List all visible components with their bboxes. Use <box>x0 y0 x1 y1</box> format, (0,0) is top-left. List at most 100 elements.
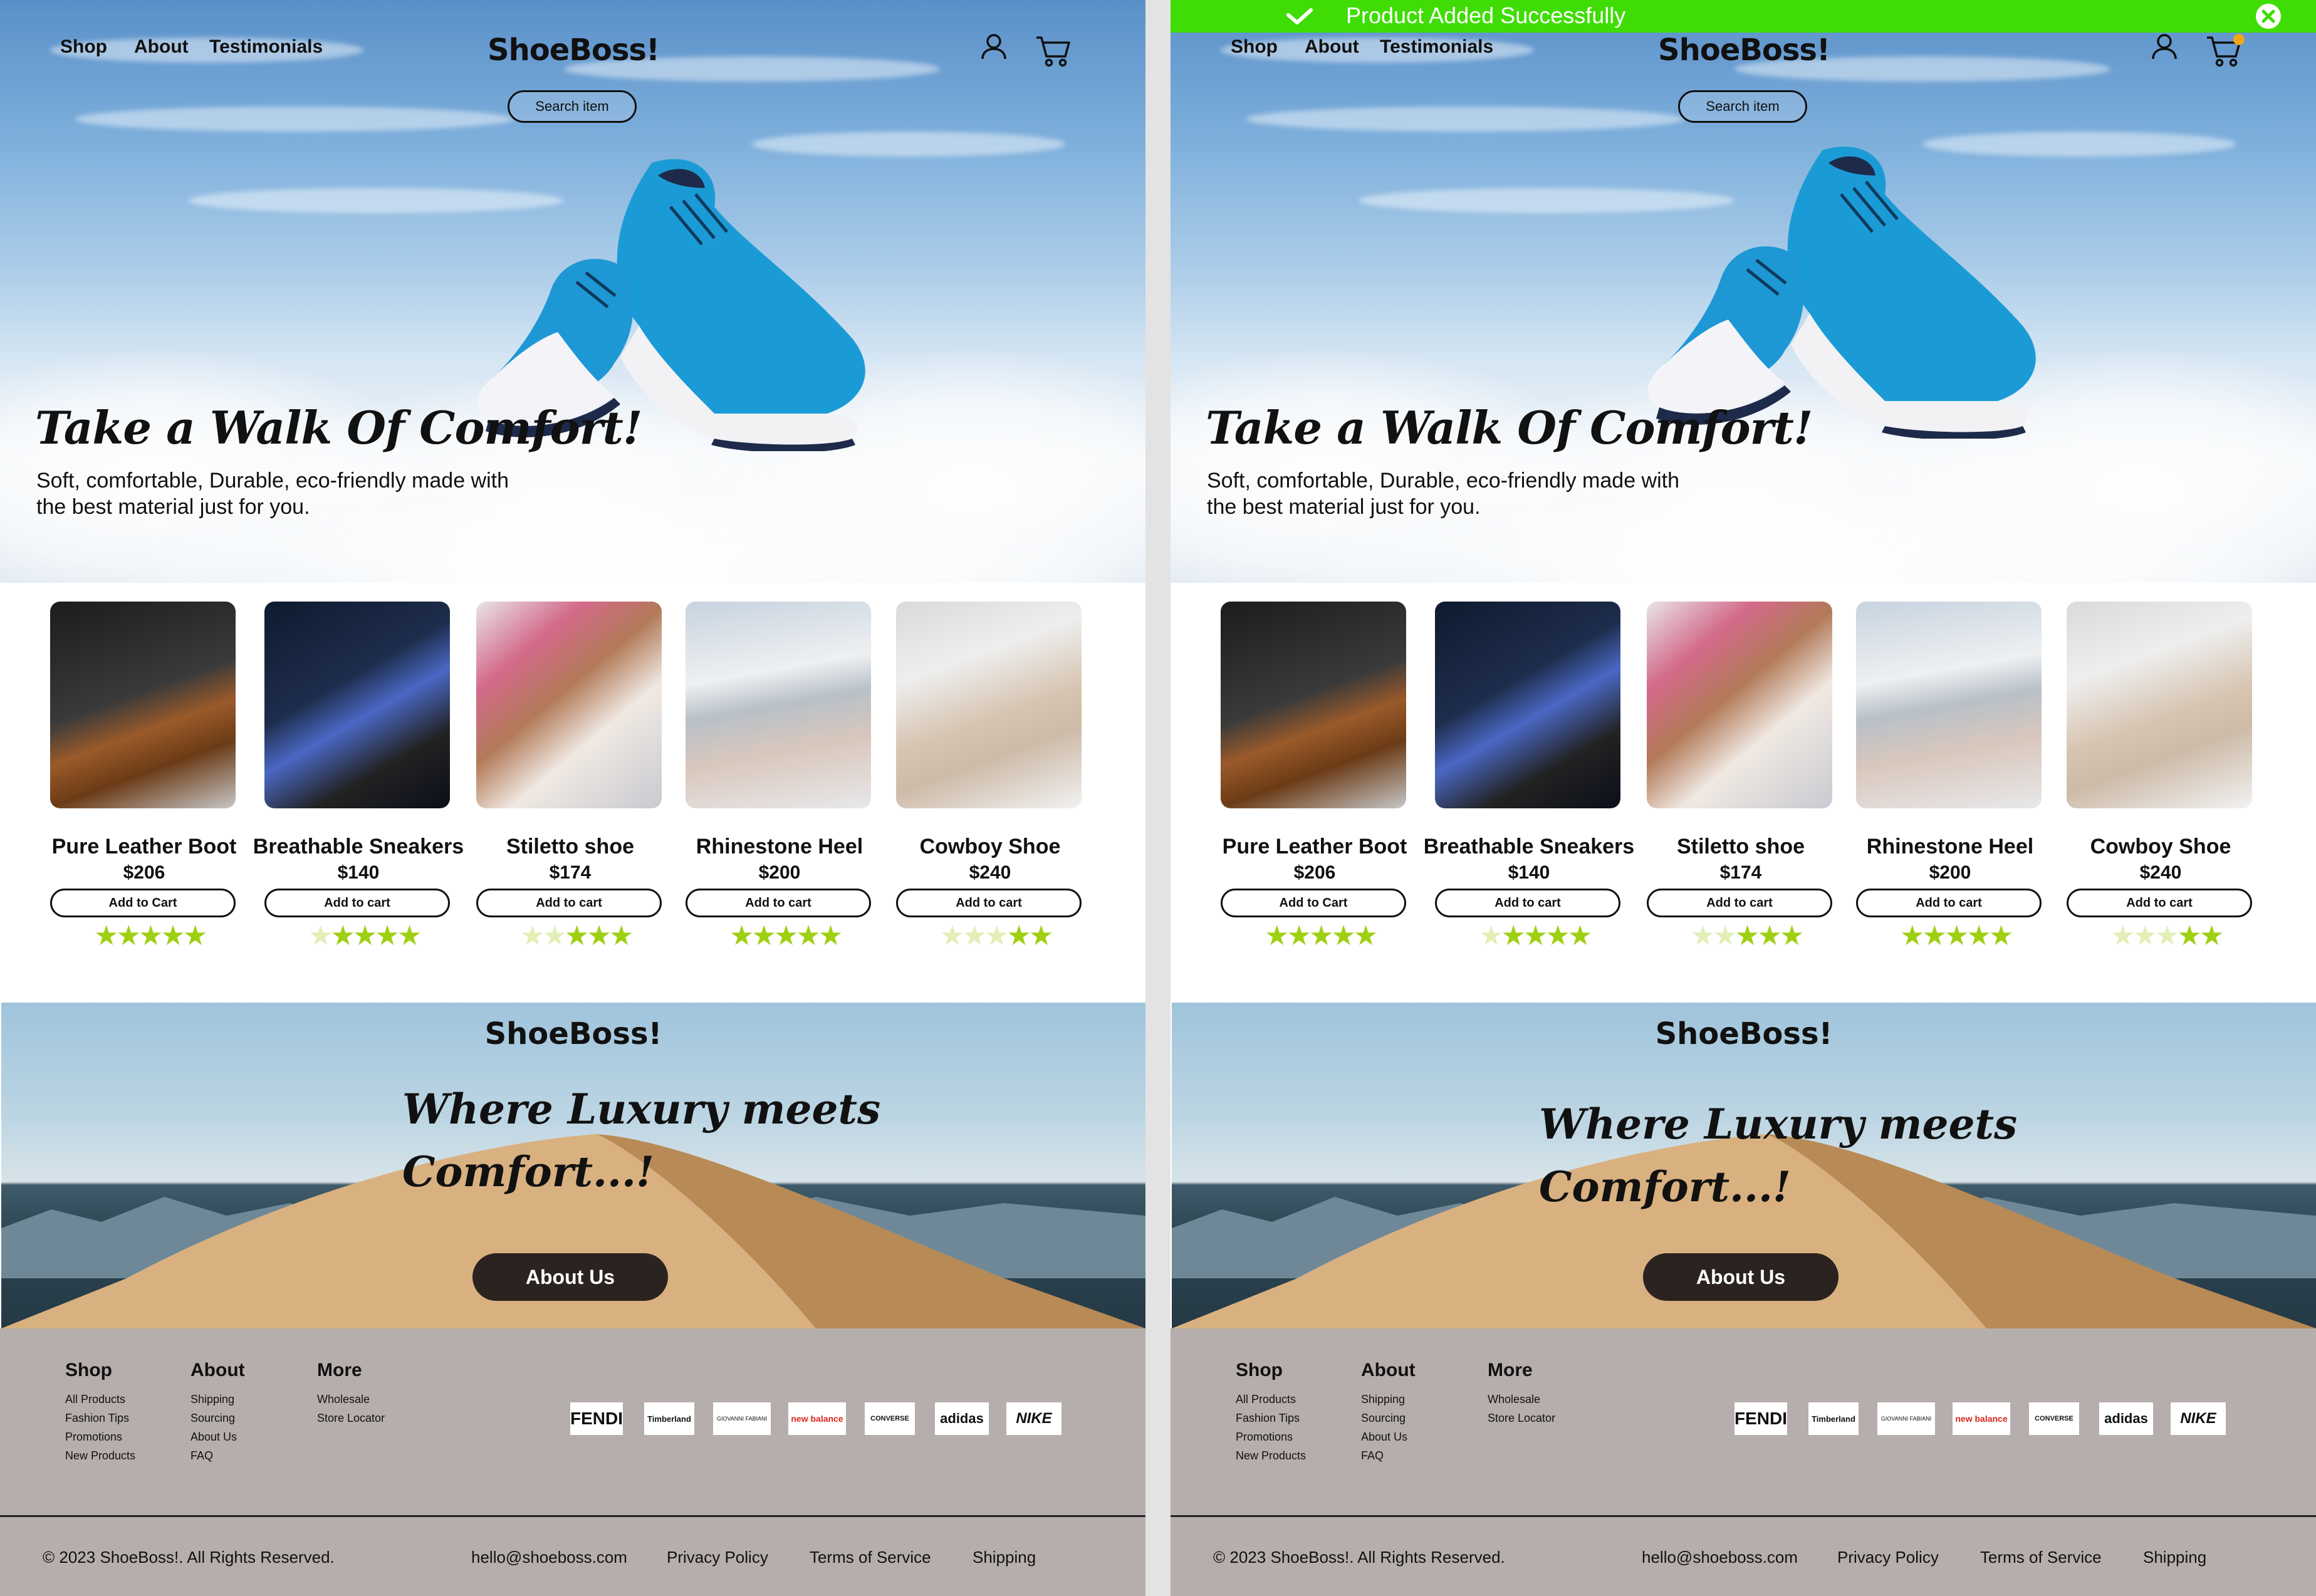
footer-link[interactable]: Wholesale <box>1488 1390 1555 1409</box>
cart-badge <box>2233 34 2245 45</box>
hero-section: Shop About Testimonials ShoeBoss! Search… <box>1171 0 2316 583</box>
nav-about[interactable]: About <box>1305 36 1359 58</box>
add-to-cart-button[interactable]: Add to cart <box>896 889 1082 917</box>
timberland-logo: Timberland <box>644 1402 694 1435</box>
about-banner: ShoeBoss! Where Luxury meets Comfort...!… <box>1 1003 1145 1328</box>
terms-link[interactable]: Terms of Service <box>810 1548 931 1567</box>
footer-link[interactable]: Promotions <box>1236 1427 1306 1446</box>
giovanni-fabiani-logo: GIOVANNI FABIANI <box>1877 1402 1935 1435</box>
add-to-cart-button[interactable]: Add to Cart <box>50 889 236 917</box>
product-name: Cowboy Shoe <box>919 835 1061 858</box>
footer-link[interactable]: Promotions <box>65 1427 135 1446</box>
product-image[interactable] <box>896 602 1082 808</box>
footer-link[interactable]: Sourcing <box>190 1409 245 1427</box>
product-name: Breathable Sneakers <box>253 835 464 858</box>
footer: Shop All Products Fashion Tips Promotion… <box>1171 1328 2316 1596</box>
about-us-button[interactable]: About Us <box>472 1253 668 1301</box>
footer-col-shop: Shop All Products Fashion Tips Promotion… <box>65 1360 135 1465</box>
terms-link[interactable]: Terms of Service <box>1980 1548 2102 1567</box>
footer-link[interactable]: New Products <box>65 1446 135 1465</box>
page-before: Shop About Testimonials ShoeBoss! Search… <box>0 0 1145 1596</box>
footer-link[interactable]: Fashion Tips <box>1236 1409 1306 1427</box>
add-to-cart-button[interactable]: Add to cart <box>264 889 450 917</box>
footer-link[interactable]: Fashion Tips <box>65 1409 135 1427</box>
add-to-cart-button[interactable]: Add to cart <box>2067 889 2252 917</box>
footer-email[interactable]: hello@shoeboss.com <box>471 1548 627 1567</box>
giovanni-fabiani-logo: GIOVANNI FABIANI <box>713 1402 771 1435</box>
nav-shop[interactable]: Shop <box>60 36 107 58</box>
footer-email[interactable]: hello@shoeboss.com <box>1642 1548 1798 1567</box>
product-image[interactable] <box>476 602 662 808</box>
user-icon[interactable] <box>979 31 1009 61</box>
check-icon <box>1286 8 1313 24</box>
adidas-logo: adidas <box>935 1402 989 1435</box>
product-image[interactable] <box>1647 602 1832 808</box>
footer-link[interactable]: Wholesale <box>317 1390 385 1409</box>
add-to-cart-button[interactable]: Add to cart <box>686 889 871 917</box>
rating-stars: ★★★★★ <box>308 921 422 951</box>
product-image[interactable] <box>1856 602 2042 808</box>
product-image[interactable] <box>264 602 450 808</box>
brand-logo[interactable]: ShoeBoss! <box>488 33 660 68</box>
product-price: $240 <box>969 862 1011 883</box>
footer-link[interactable]: FAQ <box>1361 1446 1416 1465</box>
footer-link[interactable]: New Products <box>1236 1446 1306 1465</box>
footer-link[interactable]: All Products <box>65 1390 135 1409</box>
copyright: © 2023 ShoeBoss!. All Rights Reserved. <box>43 1548 335 1567</box>
about-banner: ShoeBoss! Where Luxury meets Comfort...!… <box>1172 1003 2316 1328</box>
add-to-cart-button[interactable]: Add to Cart <box>1221 889 1406 917</box>
cart-icon[interactable] <box>1035 35 1072 68</box>
add-to-cart-button[interactable]: Add to cart <box>476 889 662 917</box>
footer-link[interactable]: Sourcing <box>1361 1409 1416 1427</box>
banner-brand: ShoeBoss! <box>1655 1016 1833 1051</box>
nav-about[interactable]: About <box>134 36 189 58</box>
footer-link[interactable]: About Us <box>190 1427 245 1446</box>
search-button[interactable]: Search item <box>508 90 637 123</box>
product-image[interactable] <box>2067 602 2252 808</box>
product-image[interactable] <box>50 602 236 808</box>
add-to-cart-button[interactable]: Add to cart <box>1435 889 1620 917</box>
footer-link[interactable]: Shipping <box>1361 1390 1416 1409</box>
rating-stars: ★★★★★ <box>1900 921 2013 951</box>
nav-testimonials[interactable]: Testimonials <box>1380 36 1493 58</box>
footer-link[interactable]: Store Locator <box>1488 1409 1555 1427</box>
footer-divider <box>1171 1515 2316 1517</box>
nike-logo: NIKE <box>1006 1402 1062 1435</box>
footer-link[interactable]: About Us <box>1361 1427 1416 1446</box>
about-us-button[interactable]: About Us <box>1643 1253 1839 1301</box>
close-icon[interactable] <box>2255 3 2282 30</box>
hero-subtitle: Soft, comfortable, Durable, eco-friendly… <box>1207 469 1680 519</box>
product-name: Rhinestone Heel <box>1866 835 2034 858</box>
brand-logo[interactable]: ShoeBoss! <box>1658 33 1830 68</box>
footer: Shop All Products Fashion Tips Promotion… <box>0 1328 1145 1596</box>
footer-link[interactable]: Store Locator <box>317 1409 385 1427</box>
product-price: $206 <box>1293 862 1336 883</box>
shipping-link[interactable]: Shipping <box>2143 1548 2206 1567</box>
product-image[interactable] <box>686 602 871 808</box>
privacy-link[interactable]: Privacy Policy <box>667 1548 768 1567</box>
nav-shop[interactable]: Shop <box>1231 36 1278 58</box>
product-image[interactable] <box>1221 602 1406 808</box>
privacy-link[interactable]: Privacy Policy <box>1837 1548 1939 1567</box>
rating-stars: ★★★★★ <box>94 921 207 951</box>
product-name: Breathable Sneakers <box>1423 835 1635 858</box>
footer-col-about: About Shipping Sourcing About Us FAQ <box>1361 1360 1416 1465</box>
footer-link[interactable]: All Products <box>1236 1390 1306 1409</box>
nav-testimonials[interactable]: Testimonials <box>209 36 323 58</box>
product-image[interactable] <box>1435 602 1620 808</box>
rating-stars: ★★★★★ <box>1479 921 1592 951</box>
add-to-cart-button[interactable]: Add to cart <box>1856 889 2042 917</box>
add-to-cart-button[interactable]: Add to cart <box>1647 889 1832 917</box>
user-icon[interactable] <box>2149 31 2179 61</box>
new-balance-logo: new balance <box>788 1402 846 1435</box>
nike-logo: NIKE <box>2171 1402 2226 1435</box>
search-button[interactable]: Search item <box>1678 90 1807 123</box>
panel-divider <box>1145 0 1171 1596</box>
shipping-link[interactable]: Shipping <box>973 1548 1036 1567</box>
copyright: © 2023 ShoeBoss!. All Rights Reserved. <box>1213 1548 1505 1567</box>
rating-stars: ★★★★★ <box>1691 921 1804 951</box>
footer-link[interactable]: FAQ <box>190 1446 245 1465</box>
product-list: Pure Leather Boot $206 Add to Cart ★★★★★… <box>1171 583 2316 1003</box>
footer-link[interactable]: Shipping <box>190 1390 245 1409</box>
success-toast: Product Added Successfully <box>1171 0 2316 33</box>
